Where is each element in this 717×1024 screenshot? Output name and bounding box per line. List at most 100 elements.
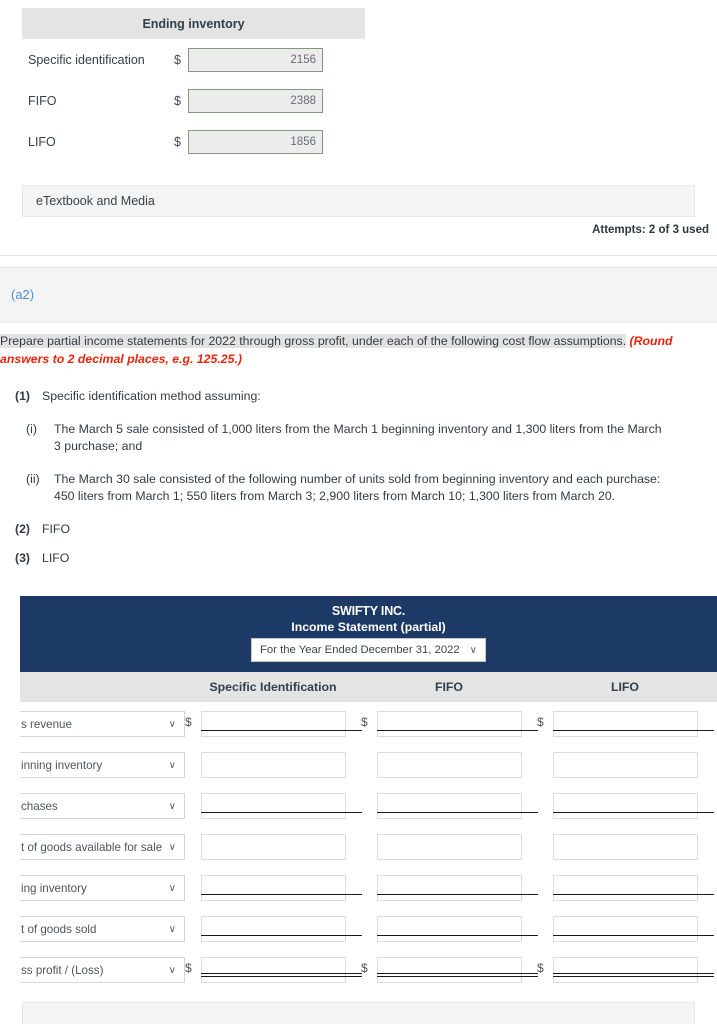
currency-symbol: $ <box>361 961 368 975</box>
currency-symbol: $ <box>174 134 181 149</box>
line-item-select-gross-profit[interactable]: ss profit / (Loss) ∨ <box>20 957 185 983</box>
statement-subtitle: Income Statement (partial) <box>291 620 446 634</box>
currency-symbol: $ <box>361 793 377 811</box>
chevron-down-icon: ∨ <box>168 759 176 771</box>
row-label-lifo: LIFO <box>28 134 56 149</box>
amount-input-si-gross-profit[interactable] <box>201 957 346 983</box>
assumptions-sublist: (i) The March 5 sale consisted of 1,000 … <box>22 421 700 505</box>
currency-symbol: $ <box>361 715 368 729</box>
amount-input-lifo-gross-profit[interactable] <box>553 957 698 983</box>
amount-input-fifo-cost-of-goods-available[interactable] <box>377 834 522 860</box>
chevron-down-icon: ∨ <box>168 882 176 894</box>
assignment-page: Ending inventory Specific identification… <box>0 0 717 1024</box>
attempts-counter: Attempts: 2 of 3 used <box>592 224 709 236</box>
currency-symbol: $ <box>174 93 181 108</box>
assumptions-list: (1) Specific identification method assum… <box>0 388 700 579</box>
value-cell-specific-identification: $ <box>185 705 362 737</box>
amount-input-lifo-sales-revenue[interactable] <box>553 711 698 737</box>
ending-inventory-input-fifo[interactable] <box>188 88 323 113</box>
row-underline-double <box>553 973 714 977</box>
chevron-down-icon: ∨ <box>168 923 176 935</box>
value-cell-specific-identification: $ <box>185 787 362 819</box>
chevron-down-icon: ∨ <box>168 718 176 730</box>
amount-input-si-cost-of-goods-sold[interactable] <box>201 916 346 942</box>
value-cell-lifo: $ <box>537 828 713 860</box>
currency-symbol: $ <box>537 793 553 811</box>
amount-input-lifo-purchases[interactable] <box>553 793 698 819</box>
question-main-text: Prepare partial income statements for 20… <box>0 334 627 348</box>
value-cell-specific-identification: $ <box>185 746 361 778</box>
amount-input-fifo-gross-profit[interactable] <box>377 957 522 983</box>
value-cell-fifo: $ <box>361 951 538 983</box>
row-underline-double <box>377 973 538 977</box>
ending-inventory-input-lifo[interactable] <box>188 129 323 154</box>
amount-input-fifo-cost-of-goods-sold[interactable] <box>377 916 522 942</box>
amount-input-lifo-cost-of-goods-sold[interactable] <box>553 916 698 942</box>
etextbook-and-media-bar-bottom[interactable]: eTextbook and Media <box>22 1002 695 1024</box>
list-item-number: (1) <box>14 389 30 403</box>
currency-symbol: $ <box>537 916 553 934</box>
row-underline-double <box>201 973 362 977</box>
currency-symbol: $ <box>361 752 377 770</box>
etextbook-and-media-bar[interactable]: eTextbook and Media <box>22 185 695 217</box>
amount-input-lifo-beginning-inventory[interactable] <box>553 752 698 778</box>
value-cell-lifo: $ <box>537 910 714 942</box>
amount-input-lifo-ending-inventory[interactable] <box>553 875 698 901</box>
currency-symbol: $ <box>185 916 201 934</box>
section-a2-label: (a2) <box>11 287 35 302</box>
amount-input-lifo-cost-of-goods-available[interactable] <box>553 834 698 860</box>
amount-input-si-purchases[interactable] <box>201 793 346 819</box>
list-item: (2) FIFO <box>0 521 700 538</box>
row-underline <box>553 730 714 731</box>
line-item-select-ending-inventory[interactable]: ing inventory ∨ <box>20 875 185 901</box>
amount-input-si-beginning-inventory[interactable] <box>201 752 346 778</box>
row-underline <box>201 935 362 936</box>
currency-symbol: $ <box>185 752 201 770</box>
amount-input-fifo-ending-inventory[interactable] <box>377 875 522 901</box>
line-item-select-purchases[interactable]: chases ∨ <box>20 793 185 819</box>
line-item-select-value: chases <box>21 799 58 813</box>
list-item: (ii) The March 30 sale consisted of the … <box>22 471 700 505</box>
line-item-select-cost-of-goods-sold[interactable]: t of goods sold ∨ <box>20 916 185 942</box>
value-cell-fifo: $ <box>361 746 537 778</box>
line-item-select-value: ss profit / (Loss) <box>21 963 104 977</box>
value-cell-lifo: $ <box>537 787 714 819</box>
table-row: Specific identification $ <box>22 39 365 80</box>
table-row: ing inventory ∨ $ $ <box>20 869 717 910</box>
value-cell-fifo: $ <box>361 828 537 860</box>
line-item-select-value: ing inventory <box>21 881 87 895</box>
period-select-value: For the Year Ended December 31, 2022 <box>260 644 460 656</box>
period-select[interactable]: For the Year Ended December 31, 2022 ∨ <box>251 638 486 662</box>
table-row: LIFO $ <box>22 121 365 162</box>
currency-symbol: $ <box>185 793 201 811</box>
line-item-select-value: t of goods sold <box>21 922 97 936</box>
row-underline <box>377 730 538 731</box>
sublist-item-text: The March 5 sale consisted of 1,000 lite… <box>54 422 662 453</box>
currency-symbol: $ <box>185 961 192 975</box>
value-cell-lifo: $ <box>537 705 714 737</box>
line-item-select-beginning-inventory[interactable]: inning inventory ∨ <box>20 752 185 778</box>
value-cell-specific-identification: $ <box>185 869 362 901</box>
amount-input-fifo-sales-revenue[interactable] <box>377 711 522 737</box>
amount-input-fifo-purchases[interactable] <box>377 793 522 819</box>
table-row: t of goods sold ∨ $ $ <box>20 910 717 951</box>
line-item-select-cost-of-goods-available-for-sale[interactable]: t of goods available for sale ∨ <box>20 834 185 860</box>
column-header-fifo: FIFO <box>434 680 463 694</box>
list-item-number: (2) <box>14 522 30 536</box>
amount-input-si-cost-of-goods-available[interactable] <box>201 834 346 860</box>
table-row: inning inventory ∨ $ $ <box>20 746 717 787</box>
ending-inventory-header: Ending inventory <box>22 8 365 39</box>
amount-input-fifo-beginning-inventory[interactable] <box>377 752 522 778</box>
sublist-item-text: The March 30 sale consisted of the follo… <box>54 472 661 503</box>
value-cell-fifo: $ <box>361 705 538 737</box>
line-item-select-value: s revenue <box>21 717 72 731</box>
row-underline <box>553 935 714 936</box>
income-statement-column-headers: Specific Identification FIFO LIFO <box>20 672 717 702</box>
ending-inventory-input-specific-identification[interactable] <box>188 47 323 72</box>
income-statement-worksheet: SWIFTY INC. Income Statement (partial) F… <box>20 596 717 992</box>
line-item-select-sales-revenue[interactable]: s revenue ∨ <box>20 711 185 737</box>
amount-input-si-ending-inventory[interactable] <box>201 875 346 901</box>
row-underline <box>553 812 714 813</box>
amount-input-si-sales-revenue[interactable] <box>201 711 346 737</box>
currency-symbol: $ <box>537 875 553 893</box>
